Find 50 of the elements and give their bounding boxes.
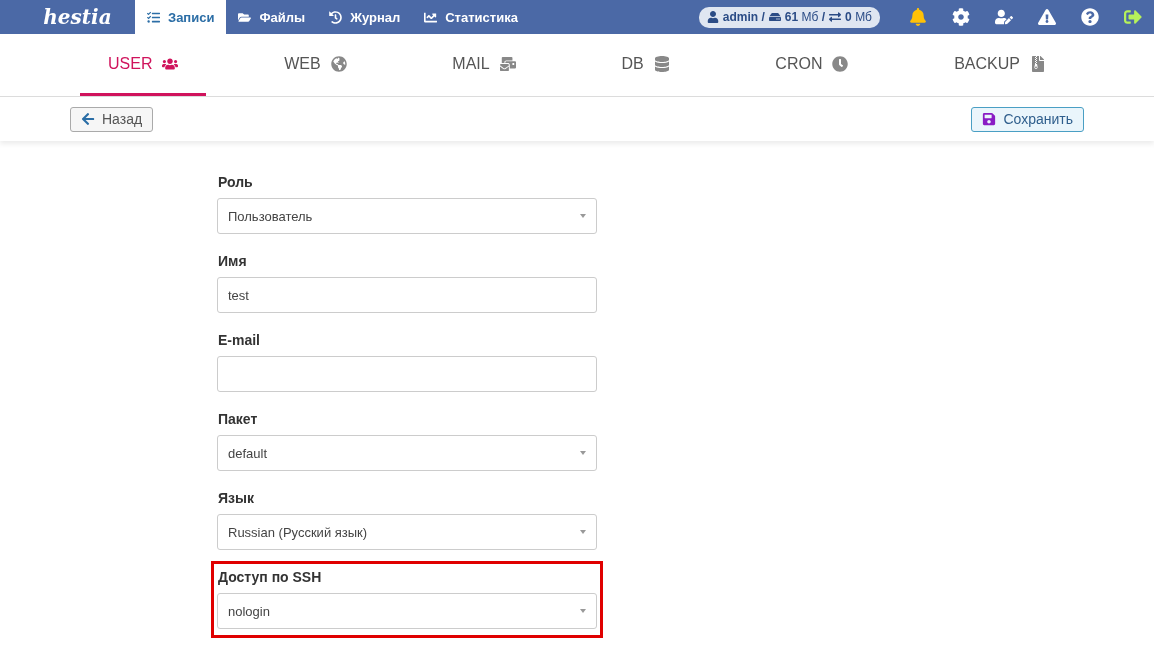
select-field[interactable]: default <box>217 435 597 471</box>
field-label: Пакет <box>218 411 259 427</box>
globe-icon <box>330 55 347 72</box>
select-field[interactable]: nologin <box>217 593 597 629</box>
database-icon <box>653 55 670 72</box>
chart-icon <box>424 10 438 24</box>
section-tab[interactable]: DB <box>593 34 698 96</box>
select-value: Пользователь <box>228 208 313 224</box>
logo[interactable]: hestia <box>0 0 135 34</box>
input-field[interactable] <box>217 356 597 392</box>
select-value: Russian (Русский язык) <box>228 524 368 540</box>
clock-icon <box>832 55 849 72</box>
caret-icon <box>580 451 586 455</box>
caret-icon <box>580 530 586 534</box>
section-tab[interactable]: BACKUP <box>926 34 1074 96</box>
select-field[interactable]: Пользователь <box>217 198 597 234</box>
field-label: Имя <box>218 253 248 269</box>
file-icon <box>1030 55 1046 72</box>
field-label: Язык <box>218 490 255 506</box>
arrow-left-icon <box>81 112 95 126</box>
usage-badge[interactable]: admin / 61 Мб / 0 Мб <box>698 6 880 28</box>
transfer-icon <box>829 11 842 23</box>
folder-icon <box>238 10 252 24</box>
input-field[interactable]: test <box>217 277 597 313</box>
field-label: E-mail <box>218 332 261 348</box>
nav-item[interactable]: Статистика <box>412 0 530 34</box>
section-tab[interactable]: MAIL <box>424 34 544 96</box>
mail-icon <box>499 55 516 72</box>
select-value: default <box>228 445 268 461</box>
user-icon <box>706 11 719 23</box>
disk-usage: 61 Мб / <box>784 10 826 24</box>
history-icon <box>329 10 343 24</box>
save-button[interactable]: Сохранить <box>971 106 1084 132</box>
caret-icon <box>580 214 586 218</box>
bandwidth-usage: 0 Мб <box>845 10 872 24</box>
nav-item[interactable]: Записи <box>135 0 227 34</box>
caret-icon <box>580 609 586 613</box>
username: admin / <box>722 10 765 24</box>
list-icon <box>147 10 160 24</box>
select-value: nologin <box>228 603 270 619</box>
nav-item[interactable]: Файлы <box>226 0 318 34</box>
field-label: Роль <box>218 174 254 190</box>
nav-item[interactable]: Журнал <box>317 0 413 34</box>
section-tab[interactable]: USER <box>80 34 207 96</box>
select-field[interactable]: Russian (Русский язык) <box>217 514 597 550</box>
field-label: Доступ по SSH <box>218 569 323 585</box>
section-tab[interactable]: CRON <box>747 34 877 96</box>
save-icon <box>982 112 997 126</box>
section-tab[interactable]: WEB <box>256 34 375 96</box>
back-button[interactable]: Назад <box>70 106 154 132</box>
